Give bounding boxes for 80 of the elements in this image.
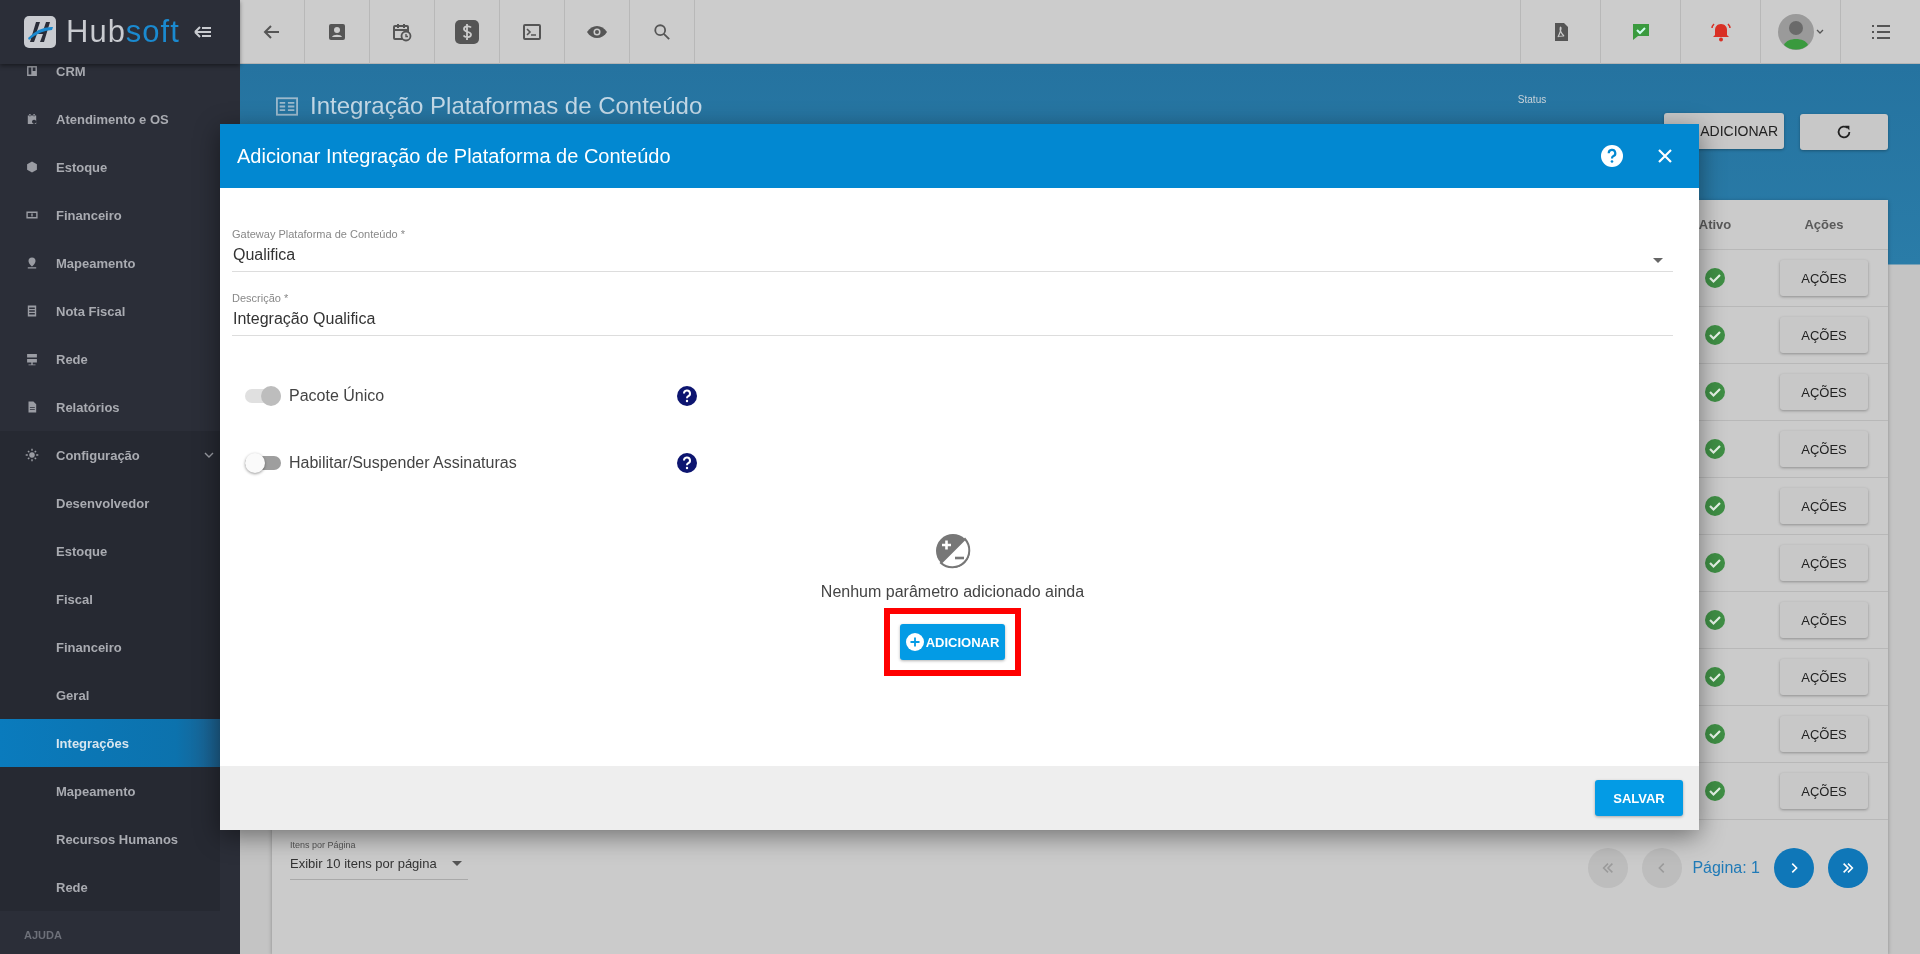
refresh-button[interactable]: [1800, 114, 1888, 150]
chevron-icon: [1841, 861, 1855, 875]
toggle-label: Pacote Único: [289, 387, 386, 405]
menu-item-icon: [25, 256, 39, 270]
input-field[interactable]: Descrição * Integração Qualifica: [232, 292, 1673, 336]
help-icon[interactable]: [677, 386, 697, 406]
menu-item-icon: [25, 304, 39, 318]
page-title: Integração Plataformas de Conteúdo: [310, 92, 703, 120]
eye-icon: [586, 25, 608, 39]
sidebar-item[interactable]: CRM: [0, 64, 220, 95]
list-icon: [276, 96, 298, 116]
empty-message: Nenhum parâmetro adicionado ainda: [820, 583, 1085, 601]
close-icon: [1657, 148, 1673, 164]
actions-button[interactable]: AÇÕES: [1780, 488, 1868, 524]
sidebar-subitem[interactable]: Fiscal: [0, 575, 220, 623]
sidebar-subitem[interactable]: Mapeamento: [0, 767, 220, 815]
column-header: Ativo: [1697, 217, 1733, 232]
sidebar-item[interactable]: Estoque: [0, 143, 220, 191]
sidebar-subitem[interactable]: Estoque: [0, 527, 220, 575]
page-number: Página: 1: [1692, 859, 1760, 877]
actions-button[interactable]: AÇÕES: [1780, 545, 1868, 581]
sidebar-subitem[interactable]: Integrações: [0, 719, 220, 767]
toggle-label: Habilitar/Suspender Assinaturas: [289, 454, 518, 472]
caret-icon: [1815, 29, 1824, 35]
page-nav-button[interactable]: [1774, 848, 1814, 888]
refresh-icon: [1835, 123, 1853, 141]
sidebar-item[interactable]: Nota Fiscal: [0, 287, 220, 335]
toggle-switch[interactable]: [245, 456, 281, 470]
menu-item-icon: [25, 160, 39, 174]
terminal-icon: [522, 22, 542, 42]
actions-button[interactable]: AÇÕES: [1780, 716, 1868, 752]
calendar-clock-icon: [392, 22, 412, 42]
sidebar-item[interactable]: Relatórios: [0, 383, 220, 431]
sidebar-item[interactable]: Mapeamento: [0, 239, 220, 287]
actions-button[interactable]: AÇÕES: [1780, 602, 1868, 638]
select-field[interactable]: Gateway Plataforma de Conteúdo * Qualifica: [232, 228, 1673, 272]
sidebar-subitem[interactable]: Geral: [0, 671, 220, 719]
actions-button[interactable]: AÇÕES: [1780, 773, 1868, 809]
help-button[interactable]: [1601, 145, 1623, 167]
menu-item-icon: [25, 448, 39, 462]
collapse-menu-icon[interactable]: [193, 25, 212, 39]
sidebar-subitem[interactable]: Financeiro: [0, 623, 220, 671]
logo-icon: [24, 16, 56, 48]
dropdown-icon: [1653, 258, 1663, 263]
sidebar-item[interactable]: Configuração: [0, 431, 220, 479]
sidebar-subitem[interactable]: Desenvolvedor: [0, 479, 220, 527]
dialog-title: Adicionar Integração de Plataforma de Conteúdo: [237, 144, 672, 168]
per-page-label: Itens por Página: [290, 840, 357, 850]
sidebar-item[interactable]: Atendimento e OS: [0, 95, 220, 143]
plus-circle-icon: [905, 633, 924, 651]
menu-item-icon: [25, 112, 39, 126]
actions-button[interactable]: AÇÕES: [1780, 431, 1868, 467]
menu-item-icon: [25, 352, 39, 366]
actions-button[interactable]: AÇÕES: [1780, 317, 1868, 353]
column-header: Ações: [1803, 217, 1845, 232]
per-page-select[interactable]: Exibir 10 itens por página: [290, 856, 468, 880]
section-heading: AJUDA: [24, 929, 62, 941]
page-nav-button[interactable]: [1828, 848, 1868, 888]
help-icon[interactable]: [677, 453, 697, 473]
menu-list-icon: [1870, 24, 1891, 40]
plus-minus-icon: [934, 533, 971, 569]
sidebar-item[interactable]: Rede: [0, 335, 220, 383]
chevron-icon: [1601, 861, 1616, 875]
actions-button[interactable]: AÇÕES: [1780, 374, 1868, 410]
bell-icon: [1709, 22, 1732, 42]
status-label: Status: [1517, 94, 1547, 105]
chat-check-icon: [1630, 22, 1651, 42]
dropdown-icon: [452, 861, 462, 866]
dollar-icon: [455, 20, 479, 44]
menu-item-icon: [25, 64, 39, 78]
avatar-icon: [1777, 14, 1814, 50]
sidebar-subitem[interactable]: Recursos Humanos: [0, 815, 220, 863]
actions-button[interactable]: AÇÕES: [1780, 659, 1868, 695]
sidebar-subitem[interactable]: Rede: [0, 863, 220, 911]
contact-card-icon: [327, 22, 347, 42]
search-icon: [653, 23, 671, 41]
actions-button[interactable]: AÇÕES: [1780, 260, 1868, 296]
help-icon: [1601, 145, 1623, 167]
close-button[interactable]: [1657, 148, 1673, 164]
sidebar-item[interactable]: Financeiro: [0, 191, 220, 239]
